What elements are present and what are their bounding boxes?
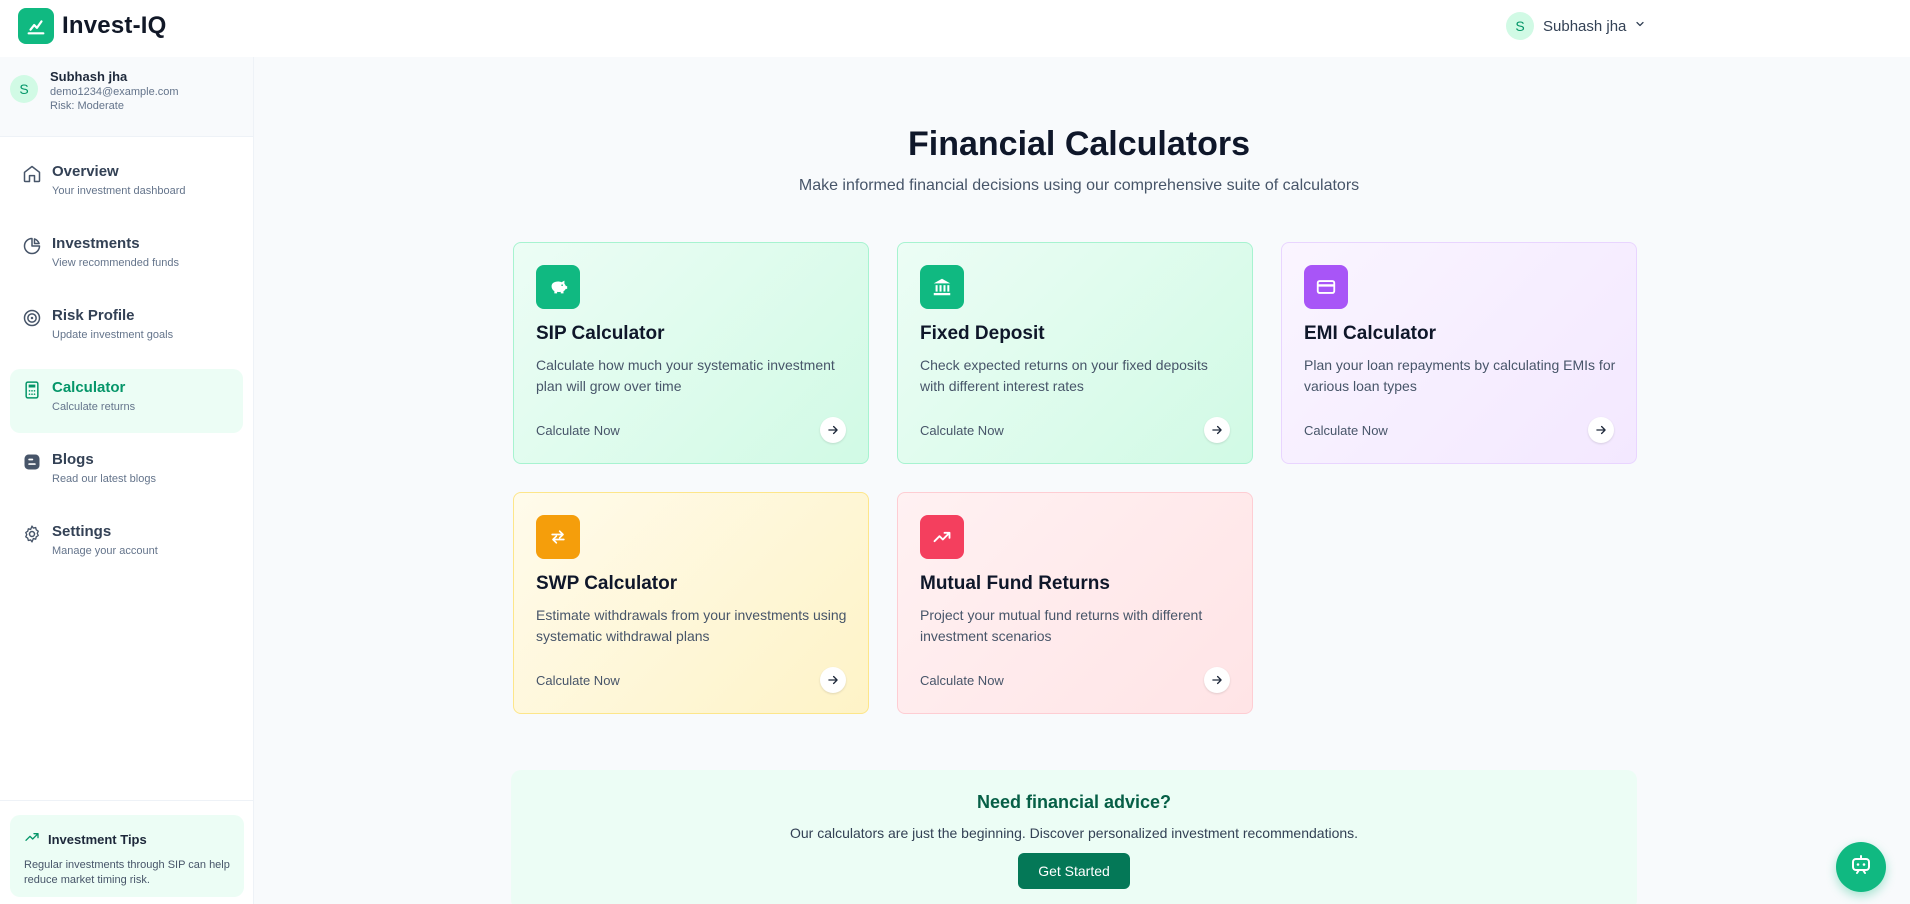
advice-text: Our calculators are just the beginning. … bbox=[789, 825, 1359, 841]
financial-advice-banner: Need financial advice? Our calculators a… bbox=[511, 770, 1637, 904]
swap-icon bbox=[536, 515, 580, 559]
logo-icon bbox=[18, 8, 54, 44]
chatbot-icon bbox=[1849, 853, 1873, 882]
card-description: Calculate how much your systematic inves… bbox=[536, 357, 835, 394]
profile-email: demo1234@example.com bbox=[50, 86, 179, 98]
investment-tips-section: Investment Tips Regular investments thro… bbox=[0, 800, 254, 904]
credit-card-icon bbox=[1304, 265, 1348, 309]
sidebar-item-label: Calculator bbox=[52, 379, 126, 396]
sidebar-item-calculator[interactable]: Calculator Calculate returns bbox=[10, 369, 243, 433]
calculate-now-link[interactable]: Calculate Now bbox=[536, 673, 620, 688]
card-title: SIP Calculator bbox=[536, 323, 665, 344]
mutual-fund-returns-card[interactable]: Mutual Fund Returns Project your mutual … bbox=[897, 492, 1253, 714]
get-started-button[interactable]: Get Started bbox=[1018, 853, 1130, 889]
arrow-right-icon[interactable] bbox=[820, 417, 846, 443]
sidebar-profile: S Subhash jha demo1234@example.com Risk:… bbox=[0, 57, 253, 137]
user-name: Subhash jha bbox=[1543, 17, 1627, 35]
sidebar-item-settings[interactable]: Settings Manage your account bbox=[10, 513, 243, 577]
sidebar-nav: Overview Your investment dashboard Inves… bbox=[0, 137, 253, 577]
chatbot-button[interactable] bbox=[1836, 842, 1886, 892]
tips-text: Regular investments through SIP can help… bbox=[24, 859, 230, 886]
main-content: Financial Calculators Make informed fina… bbox=[254, 57, 1910, 904]
sidebar-item-risk-profile[interactable]: Risk Profile Update investment goals bbox=[10, 297, 243, 361]
card-description: Check expected returns on your fixed dep… bbox=[920, 357, 1208, 394]
sidebar-item-overview[interactable]: Overview Your investment dashboard bbox=[10, 153, 243, 217]
page-title: Financial Calculators bbox=[908, 125, 1250, 163]
sip-calculator-card[interactable]: SIP Calculator Calculate how much your s… bbox=[513, 242, 869, 464]
card-title: SWP Calculator bbox=[536, 573, 678, 594]
calculate-now-link[interactable]: Calculate Now bbox=[536, 423, 620, 438]
sidebar-item-sub: Read our latest blogs bbox=[52, 473, 156, 485]
sidebar-item-label: Investments bbox=[52, 235, 140, 252]
profile-risk: Risk: Moderate bbox=[50, 100, 124, 112]
top-header: Invest-IQ S Subhash jha bbox=[0, 0, 1910, 57]
pie-chart-icon bbox=[22, 236, 42, 256]
trending-up-icon bbox=[24, 829, 40, 850]
piggy-bank-icon bbox=[536, 265, 580, 309]
sidebar-item-sub: Manage your account bbox=[52, 545, 158, 557]
swp-calculator-card[interactable]: SWP Calculator Estimate withdrawals from… bbox=[513, 492, 869, 714]
calculate-now-link[interactable]: Calculate Now bbox=[920, 423, 1004, 438]
bank-icon bbox=[920, 265, 964, 309]
investment-tips-card: Investment Tips Regular investments thro… bbox=[10, 815, 244, 897]
card-title: Mutual Fund Returns bbox=[920, 573, 1110, 594]
arrow-right-icon[interactable] bbox=[1588, 417, 1614, 443]
page-subtitle: Make informed financial decisions using … bbox=[798, 177, 1360, 194]
card-description: Plan your loan repayments by calculating… bbox=[1304, 357, 1616, 394]
advice-title: Need financial advice? bbox=[976, 792, 1172, 812]
app-name: Invest-IQ bbox=[62, 12, 167, 39]
arrow-right-icon[interactable] bbox=[1204, 667, 1230, 693]
arrow-right-icon[interactable] bbox=[820, 667, 846, 693]
blog-icon bbox=[22, 452, 42, 472]
app-logo[interactable]: Invest-IQ bbox=[18, 8, 167, 44]
avatar: S bbox=[1506, 12, 1534, 40]
trending-up-icon bbox=[920, 515, 964, 559]
calculate-now-link[interactable]: Calculate Now bbox=[1304, 423, 1388, 438]
profile-name: Subhash jha bbox=[50, 69, 128, 84]
emi-calculator-card[interactable]: EMI Calculator Plan your loan repayments… bbox=[1281, 242, 1637, 464]
avatar: S bbox=[10, 75, 38, 103]
calculate-now-link[interactable]: Calculate Now bbox=[920, 673, 1004, 688]
sidebar-item-label: Blogs bbox=[52, 451, 94, 468]
user-menu-button[interactable]: S Subhash jha bbox=[1506, 12, 1646, 40]
gear-icon bbox=[22, 524, 42, 544]
sidebar-item-blogs[interactable]: Blogs Read our latest blogs bbox=[10, 441, 243, 505]
sidebar-item-label: Overview bbox=[52, 163, 119, 180]
card-title: EMI Calculator bbox=[1304, 323, 1436, 344]
sidebar-item-label: Risk Profile bbox=[52, 307, 135, 324]
sidebar-item-investments[interactable]: Investments View recommended funds bbox=[10, 225, 243, 289]
calculator-icon bbox=[22, 380, 42, 400]
sidebar-item-sub: Calculate returns bbox=[52, 401, 136, 413]
card-description: Project your mutual fund returns with di… bbox=[920, 607, 1203, 644]
sidebar-item-label: Settings bbox=[52, 523, 112, 540]
target-icon bbox=[22, 308, 42, 328]
card-title: Fixed Deposit bbox=[920, 323, 1045, 344]
sidebar-item-sub: Your investment dashboard bbox=[52, 185, 186, 197]
home-icon bbox=[22, 164, 42, 184]
fixed-deposit-card[interactable]: Fixed Deposit Check expected returns on … bbox=[897, 242, 1253, 464]
arrow-right-icon[interactable] bbox=[1204, 417, 1230, 443]
sidebar-item-sub: View recommended funds bbox=[52, 257, 179, 269]
sidebar: S Subhash jha demo1234@example.com Risk:… bbox=[0, 57, 254, 904]
chevron-down-icon bbox=[1634, 17, 1646, 35]
tips-title: Investment Tips bbox=[48, 832, 147, 847]
card-description: Estimate withdrawals from your investmen… bbox=[536, 607, 847, 644]
sidebar-item-sub: Update investment goals bbox=[52, 329, 174, 341]
